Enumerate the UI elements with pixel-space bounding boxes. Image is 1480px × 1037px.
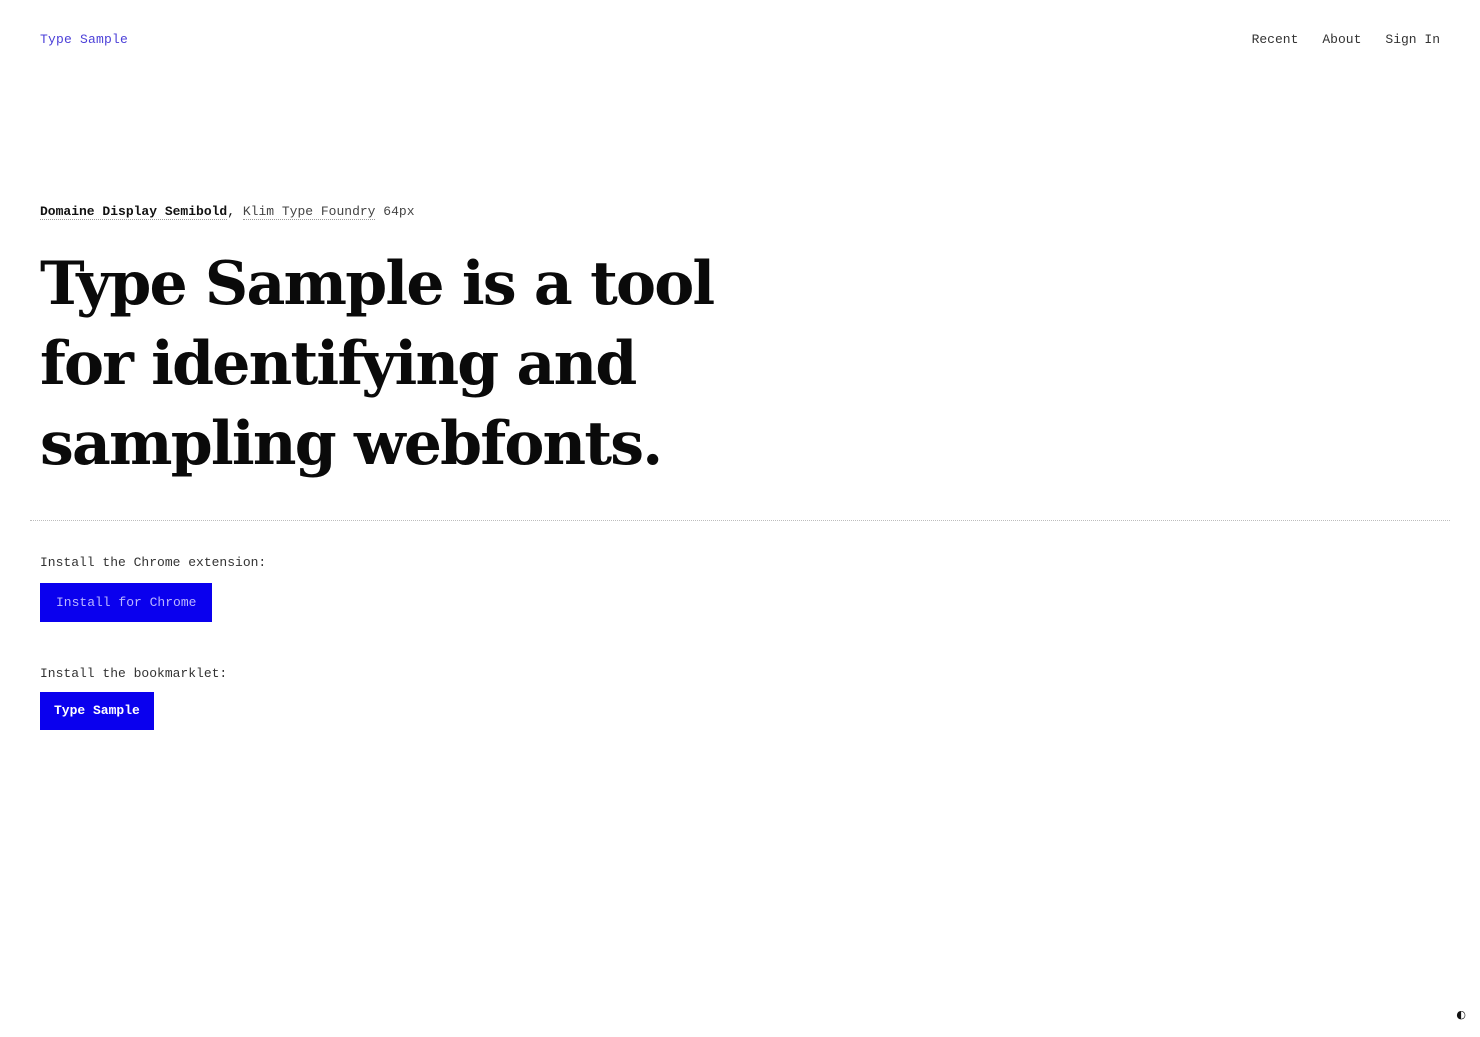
bookmarklet-install-section: Install the bookmarklet: Type Sample: [40, 666, 227, 730]
nav-link-about[interactable]: About: [1322, 32, 1361, 47]
logo-link[interactable]: Type Sample: [40, 32, 128, 47]
font-meta: Domaine Display Semibold, Klim Type Foun…: [40, 202, 800, 222]
foundry-link[interactable]: Klim Type Foundry: [242, 204, 376, 220]
site-header: Type Sample Recent About Sign In: [0, 0, 1480, 78]
nav-link-sign-in[interactable]: Sign In: [1385, 32, 1440, 47]
font-meta-separator: ,: [227, 204, 236, 219]
bookmarklet-install-label: Install the bookmarklet:: [40, 666, 228, 681]
hero-headline: Type Sample is a tool for identifying an…: [40, 249, 715, 479]
chrome-install-section: Install the Chrome extension: Install fo…: [40, 555, 266, 622]
nav-link-recent[interactable]: Recent: [1252, 32, 1299, 47]
install-chrome-button[interactable]: Install for Chrome: [40, 583, 213, 622]
font-size-value: 64px: [383, 204, 415, 219]
font-name-link[interactable]: Domaine Display Semibold: [40, 204, 228, 220]
top-nav: Recent About Sign In: [1252, 32, 1440, 47]
section-divider: [30, 520, 1450, 521]
chrome-install-label: Install the Chrome extension:: [40, 555, 267, 570]
contrast-toggle-icon[interactable]: ◐: [1456, 1009, 1466, 1021]
hero-section: Domaine Display Semibold, Klim Type Foun…: [40, 202, 800, 484]
bookmarklet-button[interactable]: Type Sample: [40, 692, 154, 730]
